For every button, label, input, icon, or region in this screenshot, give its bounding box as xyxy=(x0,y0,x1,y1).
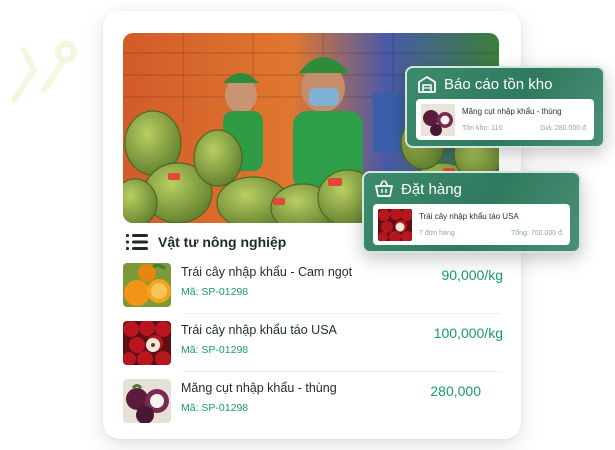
product-row[interactable]: Măng cụt nhập khẩu - thùng Mã: SP-01298 … xyxy=(123,379,503,427)
product-price: 90,000/kg xyxy=(441,267,504,283)
product-row[interactable]: Trái cây nhập khẩu - Cam ngọt Mã: SP-012… xyxy=(123,263,503,311)
product-thumbnail-orange xyxy=(123,263,171,307)
section-header: Vật tư nông nghiệp xyxy=(126,234,286,250)
divider xyxy=(183,371,501,372)
list-icon xyxy=(126,234,148,250)
order-card[interactable]: Đặt hàng Trái cây nhập khẩu táo USA 7 đơ… xyxy=(362,171,581,253)
product-name: Măng cụt nhập khẩu - thùng xyxy=(181,381,337,395)
product-price: 280,000 xyxy=(430,383,481,399)
inventory-report-card[interactable]: Báo cáo tồn kho Măng cụt nhập khẩu - thù… xyxy=(405,66,605,148)
order-count: 7 đơn hàng xyxy=(419,230,455,237)
order-total: Tổng: 700.000 đ xyxy=(511,230,562,237)
order-card-header: Đặt hàng xyxy=(374,179,462,199)
product-row[interactable]: Trái cây nhập khẩu táo USA Mã: SP-01298 … xyxy=(123,321,503,369)
product-code: Mã: SP-01298 xyxy=(181,402,249,414)
inventory-card-header: Báo cáo tồn kho xyxy=(417,74,552,94)
product-price: 100,000/kg xyxy=(433,325,503,341)
order-item: Trái cây nhập khẩu táo USA 7 đơn hàng Tổ… xyxy=(373,204,570,245)
product-code: Mã: SP-01298 xyxy=(181,344,249,356)
decorative-fruit-icon xyxy=(11,41,77,103)
product-name: Trái cây nhập khẩu - Cam ngọt xyxy=(181,265,353,279)
product-name: Trái cây nhập khẩu táo USA xyxy=(181,323,337,337)
warehouse-icon xyxy=(418,76,436,93)
inventory-stock: Tồn kho: 110 xyxy=(462,125,503,132)
inventory-item-name: Măng cụt nhập khẩu - thùng xyxy=(462,107,562,116)
product-thumbnail-apple xyxy=(123,321,171,365)
order-item-thumbnail xyxy=(378,209,412,241)
order-card-title: Đặt hàng xyxy=(401,180,462,198)
inventory-item-thumbnail xyxy=(421,104,455,136)
product-thumbnail-mangosteen xyxy=(123,379,171,423)
product-code: Mã: SP-01298 xyxy=(181,286,249,298)
inventory-item: Măng cụt nhập khẩu - thùng Tồn kho: 110 … xyxy=(416,99,594,140)
basket-icon xyxy=(375,180,393,197)
inventory-card-title: Báo cáo tồn kho xyxy=(444,75,553,93)
inventory-price: Giá: 280.000 đ xyxy=(540,125,586,132)
order-item-name: Trái cây nhập khẩu táo USA xyxy=(419,212,519,221)
section-title: Vật tư nông nghiệp xyxy=(158,234,287,250)
divider xyxy=(183,313,501,314)
